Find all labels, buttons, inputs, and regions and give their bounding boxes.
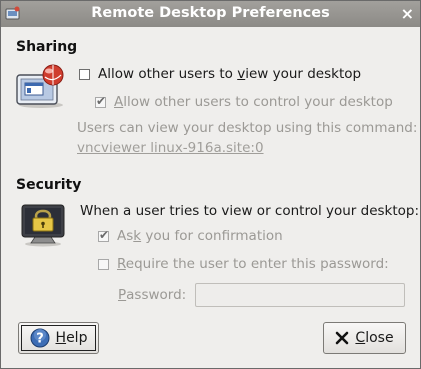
remote-desktop-share-icon xyxy=(15,63,67,113)
allow-view-checkbox-row[interactable]: Allow other users to view your desktop xyxy=(79,66,361,82)
ask-confirmation-checkbox[interactable]: ✔ xyxy=(98,228,109,242)
allow-control-label: Allow other users to control your deskto… xyxy=(114,94,393,110)
close-button[interactable]: Close xyxy=(323,322,406,354)
help-button-label: Help xyxy=(55,330,88,346)
ask-confirmation-label: Ask you for confirmation xyxy=(117,228,283,244)
remote-desktop-preferences-window: Remote Desktop Preferences × Sharing All… xyxy=(0,0,421,369)
ask-confirmation-checkbox-row[interactable]: ✔ Ask you for confirmation xyxy=(98,228,283,244)
sharing-heading: Sharing xyxy=(16,39,78,55)
close-window-icon[interactable]: × xyxy=(401,4,414,23)
security-prompt: When a user tries to view or control you… xyxy=(80,203,420,219)
allow-control-checkbox[interactable]: ✔ xyxy=(95,94,106,108)
help-button[interactable]: ? Help xyxy=(18,322,99,354)
svg-text:?: ? xyxy=(36,332,44,347)
window-title: Remote Desktop Preferences xyxy=(91,5,330,21)
require-password-checkbox-row[interactable]: Require the user to enter this password: xyxy=(98,256,389,272)
vnc-command-link[interactable]: vncviewer linux-916a.site:0 xyxy=(77,140,264,156)
security-heading: Security xyxy=(16,177,82,193)
close-button-label: Close xyxy=(355,330,394,346)
password-label: Password: xyxy=(118,287,187,303)
help-icon: ? xyxy=(30,328,50,348)
allow-view-checkbox[interactable] xyxy=(79,68,90,80)
password-field[interactable] xyxy=(195,283,405,307)
allow-view-label: Allow other users to view your desktop xyxy=(98,66,362,82)
require-password-label: Require the user to enter this password: xyxy=(117,256,389,272)
titlebar[interactable]: Remote Desktop Preferences × xyxy=(1,1,420,27)
command-hint: Users can view your desktop using this c… xyxy=(77,120,418,136)
close-icon xyxy=(335,331,349,345)
require-password-checkbox[interactable] xyxy=(98,258,109,270)
allow-control-checkbox-row[interactable]: ✔ Allow other users to control your desk… xyxy=(95,94,393,110)
lock-monitor-icon xyxy=(21,203,67,251)
